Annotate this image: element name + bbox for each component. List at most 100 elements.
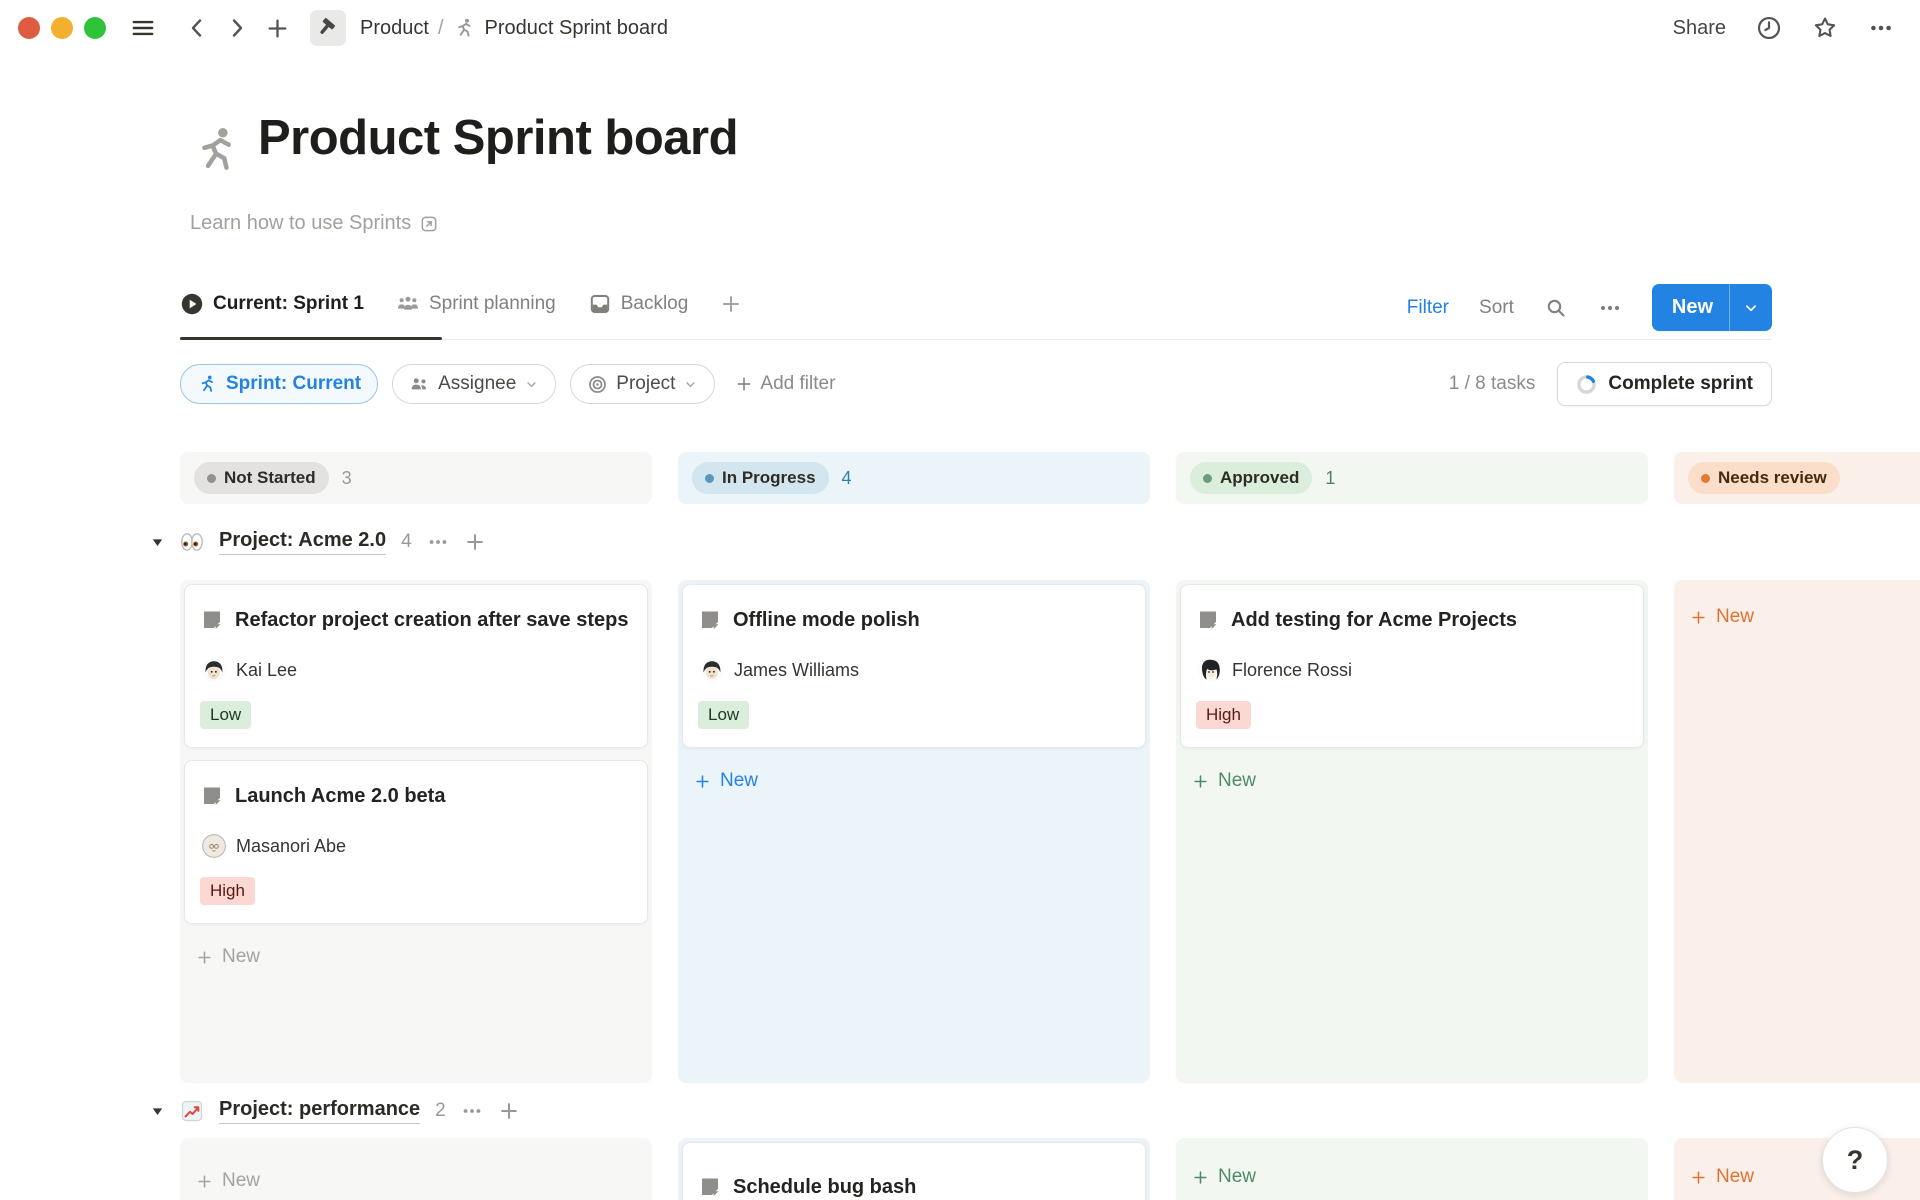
group-title[interactable]: Project: Acme 2.0	[219, 529, 386, 555]
filter-chip-assignee[interactable]: Assignee	[392, 364, 556, 404]
people-icon	[396, 292, 420, 316]
card-title: Refactor project creation after save ste…	[235, 604, 629, 637]
collapse-triangle-icon[interactable]	[150, 1104, 165, 1119]
star-icon[interactable]	[1812, 15, 1838, 41]
tab-label: Sprint planning	[429, 293, 556, 315]
learn-sprints-link[interactable]: Learn how to use Sprints	[190, 212, 439, 235]
breadcrumb: Product / Product Sprint board	[360, 17, 668, 40]
new-card-button[interactable]: New	[682, 760, 1146, 802]
task-card[interactable]: Refactor project creation after save ste…	[184, 584, 648, 748]
help-button[interactable]: ?	[1822, 1127, 1888, 1193]
chevron-down-icon	[683, 377, 698, 392]
status-pill-not-started: Not Started	[194, 462, 329, 494]
plus-icon	[1192, 1169, 1209, 1186]
new-task-button[interactable]: New	[1652, 284, 1772, 331]
sort-button[interactable]: Sort	[1479, 297, 1514, 319]
group-options-icon[interactable]	[427, 531, 449, 553]
avatar	[202, 658, 226, 682]
forward-icon[interactable]	[224, 15, 250, 41]
question-mark-icon: ?	[1847, 1145, 1864, 1176]
filter-bar: Sprint: Current Assignee Project Add fil…	[180, 362, 1772, 406]
page-icon	[200, 784, 224, 808]
card-assignee: Masanori Abe	[236, 836, 346, 857]
card-assignee: Kai Lee	[236, 660, 297, 681]
tab-sprint-planning[interactable]: Sprint planning	[396, 292, 556, 316]
tab-label: Current: Sprint 1	[213, 293, 364, 315]
minimize-window-button[interactable]	[51, 17, 73, 39]
plus-icon	[196, 949, 213, 966]
task-card[interactable]: Add testing for Acme Projects Florence R…	[1180, 584, 1644, 748]
target-icon	[587, 374, 608, 395]
filter-button[interactable]: Filter	[1407, 297, 1449, 319]
breadcrumb-workspace[interactable]: Product	[360, 17, 429, 40]
breadcrumb-page[interactable]: Product Sprint board	[485, 17, 668, 40]
page-title: Product Sprint board	[258, 110, 738, 166]
chip-label: Sprint: Current	[226, 373, 361, 395]
new-card-button[interactable]: New	[1678, 596, 1920, 638]
column-count: 3	[342, 468, 352, 489]
group-add-icon[interactable]	[464, 531, 486, 553]
page-icon	[698, 608, 722, 632]
status-dot	[1701, 474, 1710, 483]
column-count: 4	[842, 468, 852, 489]
column-header-approved[interactable]: Approved 1	[1176, 452, 1648, 504]
new-card-button[interactable]: New	[1180, 760, 1644, 802]
page-icon	[698, 1175, 722, 1199]
filter-chip-project[interactable]: Project	[570, 364, 715, 404]
breadcrumb-separator: /	[438, 17, 444, 40]
tab-backlog[interactable]: Backlog	[588, 292, 689, 316]
view-options-icon[interactable]	[1598, 296, 1622, 320]
workspace-hammer-icon[interactable]	[310, 10, 346, 46]
chevron-down-icon[interactable]	[1730, 299, 1772, 317]
plus-icon	[694, 773, 711, 790]
sidebar-toggle-icon[interactable]	[130, 15, 156, 41]
new-page-icon[interactable]	[264, 15, 290, 41]
complete-sprint-button[interactable]: Complete sprint	[1557, 362, 1772, 406]
status-dot	[705, 474, 714, 483]
filter-chip-sprint[interactable]: Sprint: Current	[180, 364, 378, 404]
group-options-icon[interactable]	[461, 1100, 483, 1122]
status-dot	[207, 474, 216, 483]
new-card-button[interactable]: New	[184, 1160, 648, 1200]
zoom-window-button[interactable]	[84, 17, 106, 39]
clock-icon[interactable]	[1756, 15, 1782, 41]
column-header-not-started[interactable]: Not Started 3	[180, 452, 652, 504]
add-filter-button[interactable]: Add filter	[735, 373, 835, 395]
new-card-button[interactable]: New	[1180, 1156, 1644, 1198]
task-card[interactable]: Offline mode polish James Williams Low	[682, 584, 1146, 748]
board-cell-acme-needs-review: New	[1674, 580, 1920, 1083]
share-button[interactable]: Share	[1673, 17, 1726, 40]
close-window-button[interactable]	[18, 17, 40, 39]
group-add-icon[interactable]	[498, 1100, 520, 1122]
new-card-label: New	[222, 1170, 260, 1192]
page-icon	[200, 608, 224, 632]
card-title: Launch Acme 2.0 beta	[235, 780, 445, 813]
add-view-button[interactable]	[720, 293, 742, 315]
task-card[interactable]: Schedule bug bash	[682, 1142, 1146, 1200]
new-card-button[interactable]: New	[184, 936, 648, 978]
chart-increasing-emoji	[180, 1099, 204, 1123]
page-icon	[1196, 608, 1220, 632]
collapse-triangle-icon[interactable]	[150, 535, 165, 550]
group-title[interactable]: Project: performance	[219, 1098, 420, 1124]
page-runner-icon[interactable]	[190, 124, 244, 178]
inbox-icon	[588, 292, 612, 316]
more-options-icon[interactable]	[1868, 15, 1894, 41]
plus-icon	[1690, 609, 1707, 626]
back-icon[interactable]	[184, 15, 210, 41]
group-count: 4	[401, 531, 412, 553]
group-header-performance: Project: performance 2	[150, 1091, 520, 1131]
board-cell-acme-in-progress: Offline mode polish James Williams Low N…	[678, 580, 1150, 1083]
column-header-in-progress[interactable]: In Progress 4	[678, 452, 1150, 504]
card-title: Schedule bug bash	[733, 1171, 916, 1200]
board-cell-performance-in-progress: Schedule bug bash	[678, 1138, 1150, 1200]
task-card[interactable]: Launch Acme 2.0 beta Masanori Abe High	[184, 760, 648, 924]
tab-current-sprint[interactable]: Current: Sprint 1	[180, 292, 364, 316]
priority-badge: High	[200, 877, 255, 905]
plus-icon	[1192, 773, 1209, 790]
search-icon[interactable]	[1544, 296, 1568, 320]
column-count: 1	[1325, 468, 1335, 489]
runner-icon	[453, 17, 476, 40]
column-header-needs-review[interactable]: Needs review	[1674, 452, 1920, 504]
card-title: Add testing for Acme Projects	[1231, 604, 1517, 637]
